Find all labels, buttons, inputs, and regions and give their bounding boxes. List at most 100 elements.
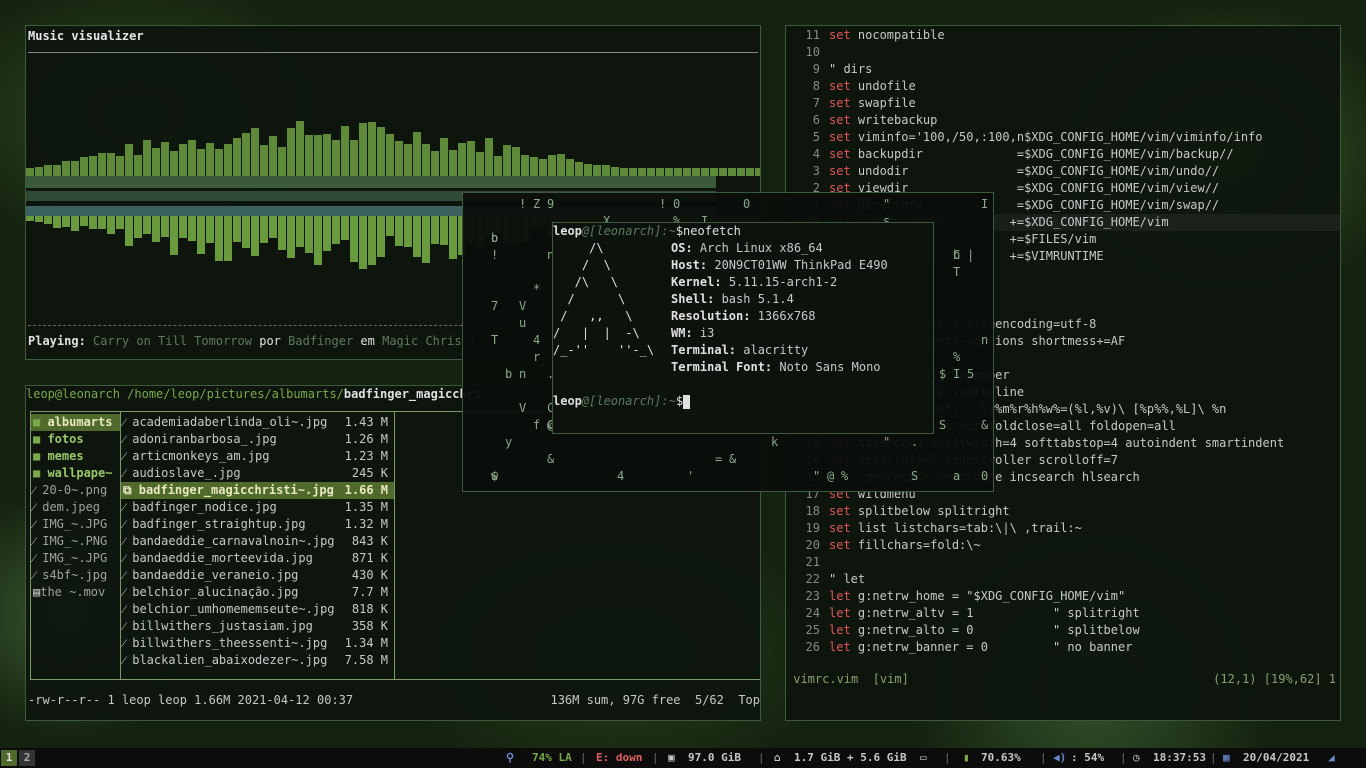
- image-file-icon: ⁄: [123, 449, 133, 463]
- file-entry[interactable]: ⁄ blackalien_abaixodezer~.jpg 7.58 M: [121, 652, 394, 669]
- file-entry[interactable]: ⁄ academiadaberlinda_oli~.jpg 1.43 M: [121, 414, 394, 431]
- file-entry[interactable]: ⁄ belchior_umhomememseute~.jpg 818 K: [121, 601, 394, 618]
- file-name: articmonkeys_am.jpg: [132, 449, 270, 463]
- separator: |: [1120, 751, 1127, 764]
- file-name: badfinger_straightup.jpg: [132, 517, 306, 531]
- code-line[interactable]: set list listchars=tab:\|\ ,trail:~: [829, 520, 1082, 537]
- image-file-icon: ⁄: [123, 585, 133, 599]
- parent-entry[interactable]: ▤the ~.mov: [31, 584, 120, 601]
- parent-entry[interactable]: ⁄ dem.jpeg: [31, 499, 120, 516]
- code-line[interactable]: set nocompatible: [829, 27, 945, 44]
- file-size: 1.66 M: [344, 483, 388, 497]
- code-line[interactable]: set undodir =$XDG_CONFIG_HOME/vim/undo//: [829, 163, 1219, 180]
- spectrum-bar: [440, 216, 448, 245]
- line-number: 18: [805, 504, 820, 518]
- file-entry[interactable]: ⁄ billwithers_justasiam.jpg 358 K: [121, 618, 394, 635]
- parent-entry[interactable]: ⁄ s4bf~.jpg: [31, 567, 120, 584]
- info-value: 20N9CT01WW ThinkPad E490: [714, 258, 888, 272]
- spectrum-bar: [242, 216, 250, 248]
- workspace-1-button[interactable]: 1: [1, 750, 17, 766]
- spectrum-bar: [188, 216, 196, 241]
- code-line[interactable]: set fillchars=fold:\~: [829, 537, 981, 554]
- file-entry[interactable]: ⁄ audioslave_.jpg 245 K: [121, 465, 394, 482]
- info-key: WM: [671, 326, 686, 340]
- volume-icon[interactable]: ◀): [1053, 748, 1066, 768]
- file-entry[interactable]: ⁄ articmonkeys_am.jpg 1.23 M: [121, 448, 394, 465]
- file-entry[interactable]: ⁄ badfinger_nodice.jpg 1.35 M: [121, 499, 394, 516]
- info-colon: :: [685, 241, 700, 255]
- spectrum-bar: [98, 216, 106, 229]
- spectrum-bar: [26, 216, 34, 221]
- parent-entry[interactable]: ■ memes: [31, 448, 120, 465]
- parent-entry[interactable]: ⁄ IMG_~.PNG: [31, 533, 120, 550]
- rain-glyph: k: [771, 435, 779, 449]
- image-file-icon: ⁄: [123, 636, 133, 650]
- spectrum-bar: [638, 168, 646, 176]
- file-entry[interactable]: ⁄ bandaeddie_morteevida.jpg 871 K: [121, 550, 394, 567]
- file-entry[interactable]: ⁄ adoniranbarbosa_.jpg 1.26 M: [121, 431, 394, 448]
- spectrum-bar: [539, 159, 547, 176]
- code-line[interactable]: set splitbelow splitright: [829, 503, 1010, 520]
- file-entry[interactable]: ⁄ bandaeddie_veraneio.jpg 430 K: [121, 567, 394, 584]
- rain-glyph: 0: [743, 197, 751, 211]
- spectrum-bar: [341, 126, 349, 176]
- info-row: Terminal Font: Noto Sans Mono: [671, 359, 881, 376]
- spectrum-bar: [602, 165, 610, 176]
- workspace-2-button[interactable]: 2: [19, 750, 35, 766]
- code-line[interactable]: set writebackup: [829, 112, 937, 129]
- spectrum-bar: [314, 216, 322, 265]
- parent-entry[interactable]: ■ wallpape~: [31, 465, 120, 482]
- keyword: set: [829, 113, 851, 127]
- file-entry[interactable]: ⧉ badfinger_magicchristi~.jpg 1.66 M: [121, 482, 394, 499]
- spectrum-bar: [26, 168, 34, 176]
- parent-entry[interactable]: ■ albumarts: [31, 414, 120, 431]
- ascii-line: / \: [553, 292, 626, 306]
- spectrum-bar: [674, 168, 682, 176]
- parent-entry[interactable]: ⁄ 20-0~.png: [31, 482, 120, 499]
- rain-glyph: ": [813, 469, 821, 483]
- code-line[interactable]: let g:netrw_banner = 0 " no banner: [829, 639, 1132, 656]
- file-entry[interactable]: ⁄ badfinger_straightup.jpg 1.32 M: [121, 516, 394, 533]
- parent-entry[interactable]: ■ fotos: [31, 431, 120, 448]
- parent-entry[interactable]: ⁄ IMG_~.JPG: [31, 550, 120, 567]
- files-column: ⁄ academiadaberlinda_oli~.jpg 1.43 M ⁄ ado…: [121, 411, 395, 680]
- prompt-user: leop: [553, 224, 582, 238]
- code-line[interactable]: let g:netrw_home = "$XDG_CONFIG_HOME/vim…: [829, 588, 1125, 605]
- code-line[interactable]: " let: [829, 571, 865, 588]
- vim-statusline: vimrc.vim [vim] (12,1) [19%,62] 1: [786, 671, 1340, 688]
- spectrum-bar: [71, 216, 79, 231]
- spectrum-bar: [332, 140, 340, 176]
- neofetch-terminal-window[interactable]: leop@[leonarch]:~$neofetch /\ / \ /\ \ /…: [552, 222, 934, 434]
- code-line[interactable]: let g:netrw_alto = 0 " splitbelow: [829, 622, 1140, 639]
- file-entry[interactable]: ⁄ billwithers_theessenti~.jpg 1.34 M: [121, 635, 394, 652]
- parent-entry[interactable]: ⁄ IMG_~.JPG: [31, 516, 120, 533]
- file-entry[interactable]: ⁄ belchior_alucinação.jpg 7.7 M: [121, 584, 394, 601]
- code-line[interactable]: let g:netrw_altv = 1 " splitright: [829, 605, 1140, 622]
- keyword: set: [829, 96, 851, 110]
- image-file-icon: ⁄: [123, 653, 133, 667]
- entry-name: dem.jpeg: [42, 500, 101, 514]
- keyword: let: [829, 589, 851, 603]
- prompt-line-2[interactable]: leop@[leonarch]:~$: [553, 393, 691, 410]
- file-icon: ⁄: [33, 568, 43, 582]
- spectrum-bar: [152, 148, 160, 176]
- file-icon: ⁄: [33, 500, 43, 514]
- file-entry[interactable]: ⁄ bandaeddie_carnavalnoin~.jpg 843 K: [121, 533, 394, 550]
- spectrum-bar: [593, 165, 601, 176]
- spectrum-bar: [251, 128, 259, 176]
- rain-glyph: 4: [533, 333, 541, 347]
- spectrum-bar: [656, 168, 664, 176]
- info-key: Terminal: [671, 343, 729, 357]
- rain-glyph: %: [953, 350, 961, 364]
- rain-glyph: |: [967, 248, 975, 262]
- spectrum-bar: [80, 216, 88, 226]
- spectrum-bar: [80, 157, 88, 176]
- code-line[interactable]: set undofile: [829, 78, 916, 95]
- code-line[interactable]: set swapfile: [829, 95, 916, 112]
- code-line[interactable]: set viminfo='100,/50,:100,n$XDG_CONFIG_H…: [829, 129, 1263, 146]
- spectrum-bar: [341, 216, 349, 240]
- spectrum-bar: [161, 142, 169, 176]
- code-line[interactable]: " dirs: [829, 61, 872, 78]
- separator: |: [944, 751, 951, 764]
- code-line[interactable]: set backupdir =$XDG_CONFIG_HOME/vim/back…: [829, 146, 1234, 163]
